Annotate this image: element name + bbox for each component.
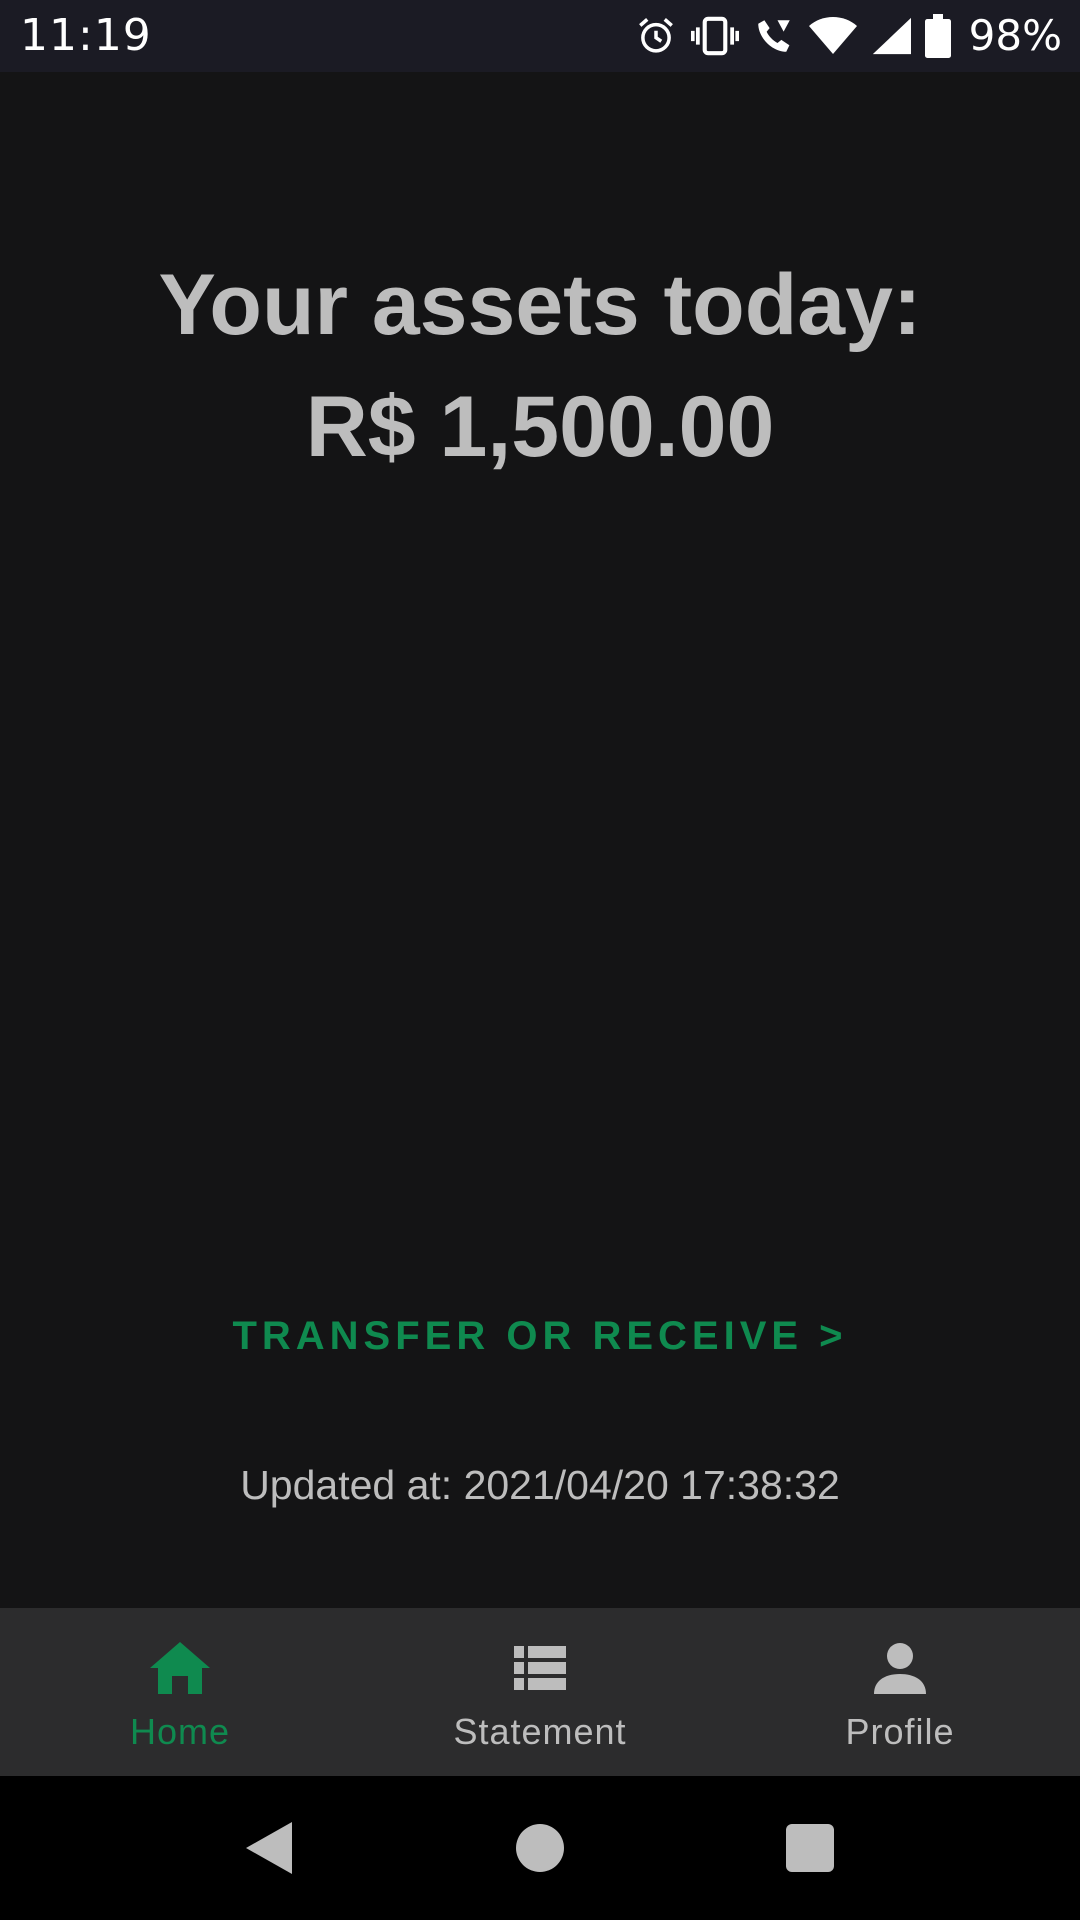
nav-label-statement: Statement — [453, 1711, 627, 1752]
wifi-calling-icon — [753, 15, 795, 57]
status-time: 11:19 — [20, 10, 152, 61]
nav-item-profile[interactable]: Profile — [720, 1608, 1080, 1776]
nav-item-home[interactable]: Home — [0, 1608, 360, 1776]
assets-title: Your assets today: — [158, 257, 922, 353]
status-icons: 98% — [635, 10, 1062, 62]
battery-percent: 98% — [968, 11, 1062, 60]
alarm-icon — [635, 15, 677, 57]
wifi-icon — [808, 15, 857, 57]
back-icon[interactable] — [240, 1820, 296, 1876]
home-circle-icon[interactable] — [512, 1820, 568, 1876]
home-icon — [148, 1640, 212, 1696]
assets-value: R$ 1,500.00 — [305, 379, 775, 475]
person-icon — [868, 1640, 932, 1696]
recents-icon[interactable] — [782, 1820, 838, 1876]
updated-at-text: Updated at: 2021/04/20 17:38:32 — [240, 1462, 840, 1508]
app-screen: 11:19 98% Your assets today: R$ 1,500.00… — [0, 0, 1080, 1920]
nav-item-statement[interactable]: Statement — [360, 1608, 720, 1776]
cell-signal-icon — [871, 15, 911, 57]
transfer-or-receive-button[interactable]: TRANSFER OR RECEIVE > — [0, 1308, 1080, 1364]
battery-icon — [924, 14, 951, 58]
bottom-navigation: Home Statement Profile — [0, 1608, 1080, 1776]
status-bar: 11:19 98% — [0, 0, 1080, 72]
list-icon — [508, 1640, 572, 1696]
nav-label-profile: Profile — [845, 1711, 955, 1752]
system-navigation-bar — [0, 1776, 1080, 1920]
nav-label-home: Home — [129, 1711, 231, 1752]
vibrate-icon — [690, 15, 739, 57]
